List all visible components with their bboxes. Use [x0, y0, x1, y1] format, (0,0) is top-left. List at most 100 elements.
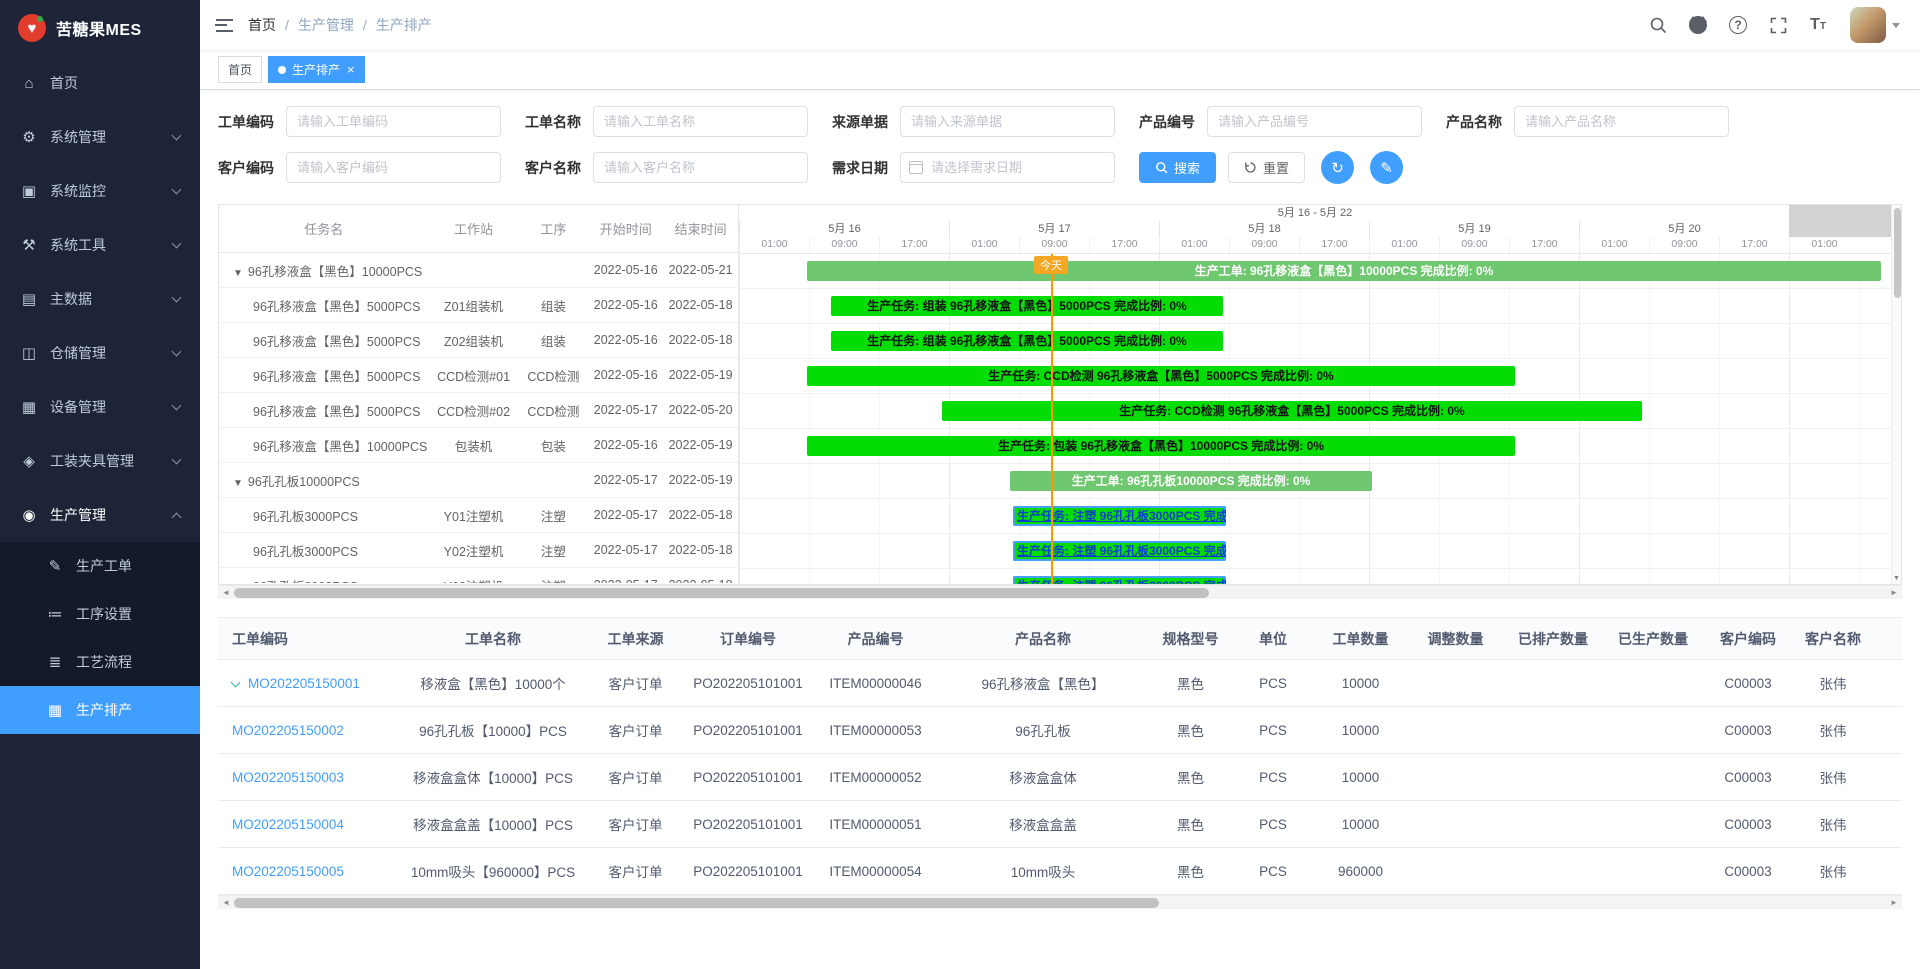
orders-column-header: 单位 [1233, 618, 1313, 660]
table-cell [1603, 754, 1703, 801]
filter-input-1-3[interactable] [1207, 106, 1422, 137]
gantt-task-row[interactable]: 96孔孔板3000PCS Y02注塑机 注塑 2022-05-17 2022-0… [219, 533, 738, 568]
work-order-link[interactable]: MO202205150001 [248, 676, 360, 691]
table-cell [1408, 660, 1503, 707]
gantt-bar-6[interactable]: 生产工单: 96孔孔板10000PCS 完成比例: 0% [1010, 471, 1372, 491]
sidebar-item-production[interactable]: ◉ 生产管理 [0, 488, 200, 542]
github-icon[interactable] [1680, 0, 1716, 50]
table-cell: PCS [1233, 660, 1313, 707]
gantt-task-row[interactable]: 96孔移液盒【黑色】5000PCS Z02组装机 组装 2022-05-16 2… [219, 323, 738, 358]
sidebar-item-device[interactable]: ▦ 设备管理 [0, 380, 200, 434]
expand-chevron-icon[interactable] [231, 677, 241, 687]
filter-input-2-0[interactable] [286, 152, 501, 183]
edit-schedule-button[interactable]: ✎ [1370, 151, 1403, 184]
gantt-task-row[interactable]: 96孔孔板3000PCS Y03注塑机 注塑 2022-05-17 2022-0… [219, 568, 738, 583]
orders-horizontal-scrollbar[interactable]: ◄ ► [218, 895, 1902, 909]
search-icon[interactable] [1640, 0, 1676, 50]
gantt-bar-9[interactable]: 生产任务: 注塑 96孔孔板3000PCS 完成比例: 0% [1013, 576, 1226, 584]
gantt-bar-1[interactable]: 生产任务: 组装 96孔移液盒【黑色】5000PCS 完成比例: 0% [831, 296, 1223, 316]
gantt-chart-row: 生产任务: 组装 96孔移液盒【黑色】5000PCS 完成比例: 0% [739, 324, 1891, 359]
filter-input-1-2[interactable] [900, 106, 1115, 137]
table-row[interactable]: MO202205150004移液盒盒盖【10000】PCS客户订单PO20220… [218, 801, 1902, 848]
gantt-bar-4[interactable]: 生产任务: CCD检测 96孔移液盒【黑色】5000PCS 完成比例: 0% [942, 401, 1642, 421]
gantt-bar-2[interactable]: 生产任务: 组装 96孔移液盒【黑色】5000PCS 完成比例: 0% [831, 331, 1223, 351]
table-row[interactable]: MO202205150003移液盒盒体【10000】PCS客户订单PO20220… [218, 754, 1902, 801]
font-size-icon[interactable]: TT [1800, 0, 1836, 50]
table-cell: 移液盒盒盖 [938, 801, 1148, 848]
table-cell: MO202205150002 [218, 707, 398, 754]
gantt-vertical-scrollbar-thumb[interactable] [1894, 208, 1901, 298]
tag-1[interactable]: 生产排产 × [268, 56, 365, 83]
gantt-task-row[interactable]: ▼96孔孔板10000PCS 2022-05-17 2022-05-19 [219, 463, 738, 498]
gantt-task-row[interactable]: 96孔移液盒【黑色】5000PCS CCD检测#01 CCD检测 2022-05… [219, 358, 738, 393]
sidebar-subitem-schedule[interactable]: ▦ 生产排产 [0, 686, 200, 734]
scroll-right-arrow-icon[interactable]: ► [1886, 898, 1902, 907]
close-icon[interactable]: × [347, 63, 355, 76]
app-logo[interactable]: ♥ 苦糖果MES [0, 0, 200, 56]
breadcrumb-item-0[interactable]: 首页 [248, 15, 276, 35]
gantt-task-row[interactable]: 96孔移液盒【黑色】10000PCS 包装机 包装 2022-05-16 202… [219, 428, 738, 463]
gantt-task-row[interactable]: 96孔移液盒【黑色】5000PCS Z01组装机 组装 2022-05-16 2… [219, 288, 738, 323]
gantt-bar-7[interactable]: 生产任务: 注塑 96孔孔板3000PCS 完成比例: 0% [1013, 506, 1226, 526]
scroll-left-arrow-icon[interactable]: ◄ [218, 588, 234, 597]
sidebar-item-home[interactable]: ⌂ 首页 [0, 56, 200, 110]
gantt-horizontal-scrollbar[interactable]: ◄ ► [218, 585, 1902, 599]
collapse-triangle-icon[interactable]: ▼ [233, 478, 243, 489]
sidebar-subitem-workorder[interactable]: ✎ 生产工单 [0, 542, 200, 590]
table-row[interactable]: MO20220515000510mm吸头【960000】PCS客户订单PO202… [218, 848, 1902, 895]
table-cell: PO202205101001 [683, 754, 813, 801]
breadcrumb-item-2[interactable]: 生产排产 [376, 15, 432, 35]
orders-column-header: 工单名称 [398, 618, 588, 660]
reset-button[interactable]: 重置 [1228, 152, 1305, 183]
collapse-triangle-icon[interactable]: ▼ [233, 268, 243, 279]
filter-field-1-0: 工单编码 [218, 106, 501, 137]
table-row[interactable]: MO202205150001移液盒【黑色】10000个客户订单PO2022051… [218, 660, 1902, 707]
table-cell: 10000 [1313, 660, 1408, 707]
tag-0[interactable]: 首页 [218, 56, 262, 83]
work-order-link[interactable]: MO202205150005 [232, 864, 344, 879]
sidebar-item-system[interactable]: ⚙ 系统管理 [0, 110, 200, 164]
orders-horizontal-scrollbar-thumb[interactable] [234, 898, 1159, 908]
sidebar-item-tools[interactable]: ⚒ 系统工具 [0, 218, 200, 272]
table-row[interactable]: MO20220515000296孔孔板【10000】PCS客户订单PO20220… [218, 707, 1902, 754]
help-icon[interactable]: ? [1720, 0, 1756, 50]
filter-input-2-2[interactable] [900, 152, 1115, 183]
work-order-link[interactable]: MO202205150004 [232, 817, 344, 832]
gantt-bar-8[interactable]: 生产任务: 注塑 96孔孔板3000PCS 完成比例: 0% [1013, 541, 1226, 561]
sidebar-item-fixture[interactable]: ◈ 工装夹具管理 [0, 434, 200, 488]
work-order-link[interactable]: MO202205150002 [232, 723, 344, 738]
breadcrumb-item-1[interactable]: 生产管理 [298, 15, 354, 35]
sidebar-subitem-process[interactable]: ≔ 工序设置 [0, 590, 200, 638]
gantt-vertical-scrollbar[interactable]: ▼ [1891, 205, 1901, 584]
scroll-right-arrow-icon[interactable]: ► [1886, 588, 1902, 597]
fullscreen-icon[interactable] [1760, 0, 1796, 50]
gantt-bar-0[interactable]: 生产工单: 96孔移液盒【黑色】10000PCS 完成比例: 0% [807, 261, 1881, 281]
refresh-button[interactable]: ↻ [1321, 151, 1354, 184]
scroll-left-arrow-icon[interactable]: ◄ [218, 898, 234, 907]
gantt-horizontal-scrollbar-thumb[interactable] [234, 588, 1209, 598]
filter-input-1-0[interactable] [286, 106, 501, 137]
hamburger-icon[interactable] [200, 0, 248, 50]
gantt-task-row[interactable]: 96孔孔板3000PCS Y01注塑机 注塑 2022-05-17 2022-0… [219, 498, 738, 533]
scroll-down-arrow-icon[interactable]: ▼ [1892, 575, 1901, 582]
orders-column-header: 客户编码 [1703, 618, 1793, 660]
table-cell: 96孔孔板 [938, 707, 1148, 754]
sidebar-subitem-flow[interactable]: ≣ 工艺流程 [0, 638, 200, 686]
gantt-task-row[interactable]: 96孔移液盒【黑色】5000PCS CCD检测#02 CCD检测 2022-05… [219, 393, 738, 428]
gantt-chart-row: 生产任务: 组装 96孔移液盒【黑色】5000PCS 完成比例: 0% [739, 289, 1891, 324]
user-menu[interactable] [1840, 7, 1906, 43]
sidebar-item-masterdata[interactable]: ▤ 主数据 [0, 272, 200, 326]
sidebar-item-warehouse[interactable]: ◫ 仓储管理 [0, 326, 200, 380]
gantt-bar-3[interactable]: 生产任务: CCD检测 96孔移液盒【黑色】5000PCS 完成比例: 0% [807, 366, 1515, 386]
gantt-hour-label: 01:00 [1579, 237, 1649, 253]
filter-input-1-4[interactable] [1514, 106, 1729, 137]
gantt-task-row[interactable]: ▼96孔移液盒【黑色】10000PCS 2022-05-16 2022-05-2… [219, 253, 738, 288]
filter-input-2-1[interactable] [593, 152, 808, 183]
filter-input-1-1[interactable] [593, 106, 808, 137]
gantt-hour-label: 09:00 [1439, 237, 1509, 253]
gantt-bar-5[interactable]: 生产任务: 包装 96孔移液盒【黑色】10000PCS 完成比例: 0% [807, 436, 1515, 456]
table-cell: PO202205101001 [683, 707, 813, 754]
work-order-link[interactable]: MO202205150003 [232, 770, 344, 785]
sidebar-item-monitor[interactable]: ▣ 系统监控 [0, 164, 200, 218]
search-button[interactable]: 搜索 [1139, 152, 1216, 183]
